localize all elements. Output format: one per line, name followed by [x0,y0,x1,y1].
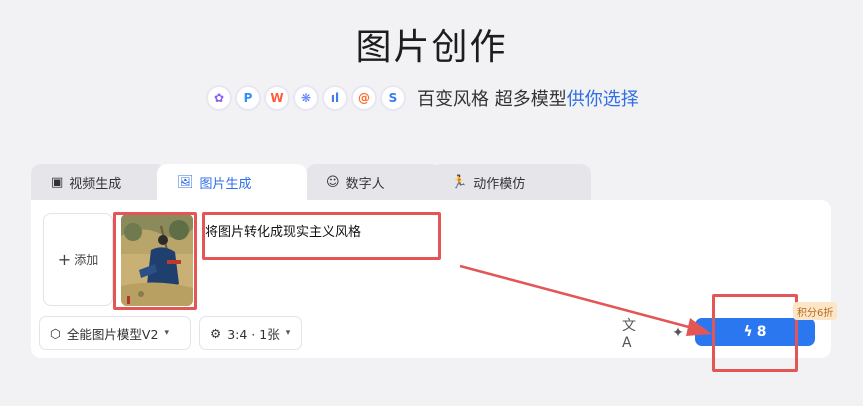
tab-image-generation[interactable]: 🖼 图片生成 [157,164,307,201]
image-icon: 🖼 [177,175,194,190]
tab-label: 图片生成 [199,177,252,192]
annotation-arrow [459,264,712,336]
